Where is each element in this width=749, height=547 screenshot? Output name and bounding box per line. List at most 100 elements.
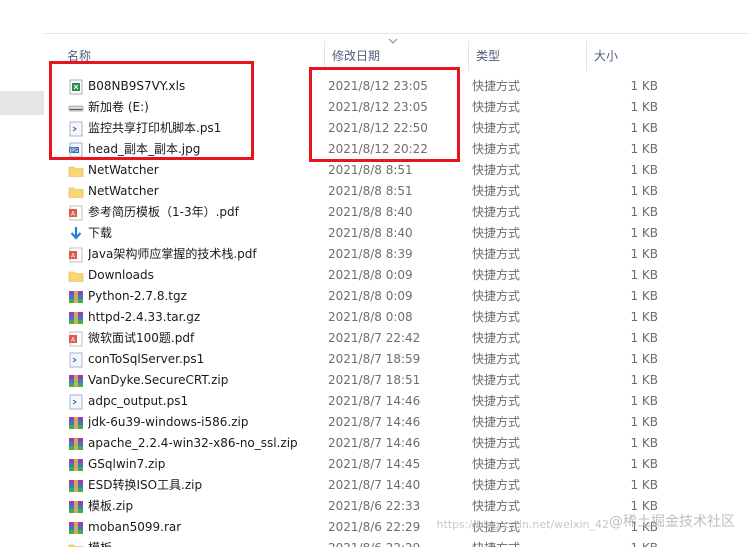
file-row[interactable]: A 参考简历模板（1-3年）.pdf 2021/8/8 8:40 快捷方式 1 KB <box>44 202 749 223</box>
watermark-url: https://blog.csdn.net/weixin_42 <box>436 518 609 531</box>
file-modified-date: 2021/8/7 14:45 <box>328 457 421 471</box>
file-name: Python-2.7.8.tgz <box>88 289 187 303</box>
file-modified-date: 2021/8/12 22:50 <box>328 121 428 135</box>
file-size: 1 KB <box>630 436 658 450</box>
file-modified-date: 2021/8/7 14:40 <box>328 478 421 492</box>
file-row[interactable]: 下载 2021/8/8 8:40 快捷方式 1 KB <box>44 223 749 244</box>
file-size: 1 KB <box>630 478 658 492</box>
file-row[interactable]: NetWatcher 2021/8/8 8:51 快捷方式 1 KB <box>44 160 749 181</box>
archive-icon <box>68 289 84 305</box>
file-name: Java架构师应掌握的技术栈.pdf <box>88 247 257 261</box>
file-modified-date: 2021/8/12 23:05 <box>328 100 428 114</box>
file-modified-date: 2021/8/8 8:40 <box>328 226 413 240</box>
archive-icon <box>68 499 84 515</box>
file-modified-date: 2021/8/6 22:33 <box>328 499 421 513</box>
file-modified-date: 2021/8/12 23:05 <box>328 79 428 93</box>
file-row[interactable]: B08NB9S7VY.xls 2021/8/12 23:05 快捷方式 1 KB <box>44 76 749 97</box>
excel-shortcut-icon <box>68 79 84 95</box>
file-name: 监控共享打印机脚本.ps1 <box>88 121 222 135</box>
file-type: 快捷方式 <box>472 394 521 408</box>
file-type: 快捷方式 <box>472 247 521 261</box>
file-row[interactable]: Downloads 2021/8/8 0:09 快捷方式 1 KB <box>44 265 749 286</box>
file-name: NetWatcher <box>88 163 159 177</box>
file-modified-date: 2021/8/7 22:42 <box>328 331 421 345</box>
file-type: 快捷方式 <box>472 205 521 219</box>
file-row[interactable]: 新加卷 (E:) 2021/8/12 23:05 快捷方式 1 KB <box>44 97 749 118</box>
navigation-pane <box>0 33 44 547</box>
file-row[interactable]: conToSqlServer.ps1 2021/8/7 18:59 快捷方式 1 KB <box>44 349 749 370</box>
nav-selected-item[interactable] <box>0 91 44 115</box>
archive-icon <box>68 436 84 452</box>
file-modified-date: 2021/8/12 20:22 <box>328 142 428 156</box>
file-type: 快捷方式 <box>472 538 582 547</box>
file-size: 1 KB <box>630 121 658 135</box>
file-row[interactable]: adpc_output.ps1 2021/8/7 14:46 快捷方式 1 KB <box>44 391 749 412</box>
script-icon <box>68 352 84 368</box>
file-modified-date: 2021/8/7 18:51 <box>328 373 421 387</box>
file-name: 微软面试100题.pdf <box>88 331 195 345</box>
file-type: 快捷方式 <box>472 163 521 177</box>
file-modified-date: 2021/8/8 0:08 <box>328 310 413 324</box>
download-icon <box>68 226 84 242</box>
column-type-header[interactable]: 类型 <box>468 41 586 71</box>
file-type: 快捷方式 <box>472 415 521 429</box>
file-type: 快捷方式 <box>472 184 521 198</box>
file-size: 1 KB <box>630 310 658 324</box>
file-size: 1 KB <box>630 331 658 345</box>
file-row[interactable]: VanDyke.SecureCRT.zip 2021/8/7 18:51 快捷方式 1… <box>44 370 749 391</box>
archive-icon <box>68 478 84 494</box>
file-list-view: 名称 修改日期 类型 大小 B08NB9S7VY.xls 2021/8/12 23… <box>44 33 749 547</box>
file-row[interactable]: httpd-2.4.33.tar.gz 2021/8/8 0:08 快捷方式 1 KB <box>44 307 749 328</box>
folder-icon <box>68 163 84 179</box>
file-name: 新加卷 (E:) <box>88 100 149 114</box>
file-type: 快捷方式 <box>472 226 521 240</box>
file-type: 快捷方式 <box>472 79 521 93</box>
file-name: Downloads <box>88 268 154 282</box>
file-row[interactable]: 监控共享打印机脚本.ps1 2021/8/12 22:50 快捷方式 1 KB <box>44 118 749 139</box>
file-row[interactable]: NetWatcher 2021/8/8 8:51 快捷方式 1 KB <box>44 181 749 202</box>
sort-chevron-icon <box>388 38 398 44</box>
file-row[interactable]: A Java架构师应掌握的技术栈.pdf 2021/8/8 8:39 快捷方式 1 KB <box>44 244 749 265</box>
file-name: NetWatcher <box>88 184 159 198</box>
file-name: jdk-6u39-windows-i586.zip <box>88 415 249 429</box>
column-date-header[interactable]: 修改日期 <box>324 41 468 71</box>
file-row[interactable]: Python-2.7.8.tgz 2021/8/8 0:09 快捷方式 1 KB <box>44 286 749 307</box>
file-modified-date: 2021/8/7 14:46 <box>328 436 421 450</box>
file-rows: B08NB9S7VY.xls 2021/8/12 23:05 快捷方式 1 KB 新加卷… <box>44 76 749 547</box>
archive-icon <box>68 457 84 473</box>
jpg-icon: JPG <box>68 142 84 158</box>
file-name: conToSqlServer.ps1 <box>88 352 205 366</box>
file-row[interactable]: jdk-6u39-windows-i586.zip 2021/8/7 14:46 快… <box>44 412 749 433</box>
file-row[interactable]: JPG head_副本_副本.jpg 2021/8/12 20:22 快捷方式 1 KB <box>44 139 749 160</box>
archive-icon <box>68 310 84 326</box>
file-name: B08NB9S7VY.xls <box>88 79 186 93</box>
file-type: 快捷方式 <box>472 100 521 114</box>
file-modified-date: 2021/8/8 0:09 <box>328 268 413 282</box>
file-name: head_副本_副本.jpg <box>88 142 201 156</box>
file-type: 快捷方式 <box>472 289 521 303</box>
pdf-icon: A <box>68 247 84 263</box>
file-size: 1 KB <box>630 142 658 156</box>
file-type: 快捷方式 <box>472 457 521 471</box>
column-size-header[interactable]: 大小 <box>586 41 666 71</box>
file-row[interactable]: A 微软面试100题.pdf 2021/8/7 22:42 快捷方式 1 KB <box>44 328 749 349</box>
file-type: 快捷方式 <box>472 331 521 345</box>
file-modified-date: 2021/8/8 8:40 <box>328 205 413 219</box>
file-row[interactable]: 模板 2021/8/6 22:29 快捷方式 1 KB <box>44 538 749 547</box>
file-type: 快捷方式 <box>472 373 521 387</box>
archive-icon <box>68 520 84 536</box>
file-row[interactable]: ESD转换ISO工具.zip 2021/8/7 14:40 快捷方式 1 KB <box>44 475 749 496</box>
file-size: 1 KB <box>630 268 658 282</box>
file-type: 快捷方式 <box>472 121 521 135</box>
drive-icon <box>68 100 84 116</box>
column-name-header[interactable]: 名称 <box>60 41 324 71</box>
file-name: 模板 <box>88 538 318 547</box>
file-row[interactable]: GSqlwin7.zip 2021/8/7 14:45 快捷方式 1 KB <box>44 454 749 475</box>
file-name: ESD转换ISO工具.zip <box>88 478 203 492</box>
file-size: 1 KB <box>630 226 658 240</box>
file-row[interactable]: apache_2.2.4-win32-x86-no_ssl.zip 2021/8/… <box>44 433 749 454</box>
file-size: 1 KB <box>630 79 658 93</box>
file-name: 模板.zip <box>88 499 134 513</box>
file-modified-date: 2021/8/7 14:46 <box>328 415 421 429</box>
file-name: moban5099.rar <box>88 520 182 534</box>
